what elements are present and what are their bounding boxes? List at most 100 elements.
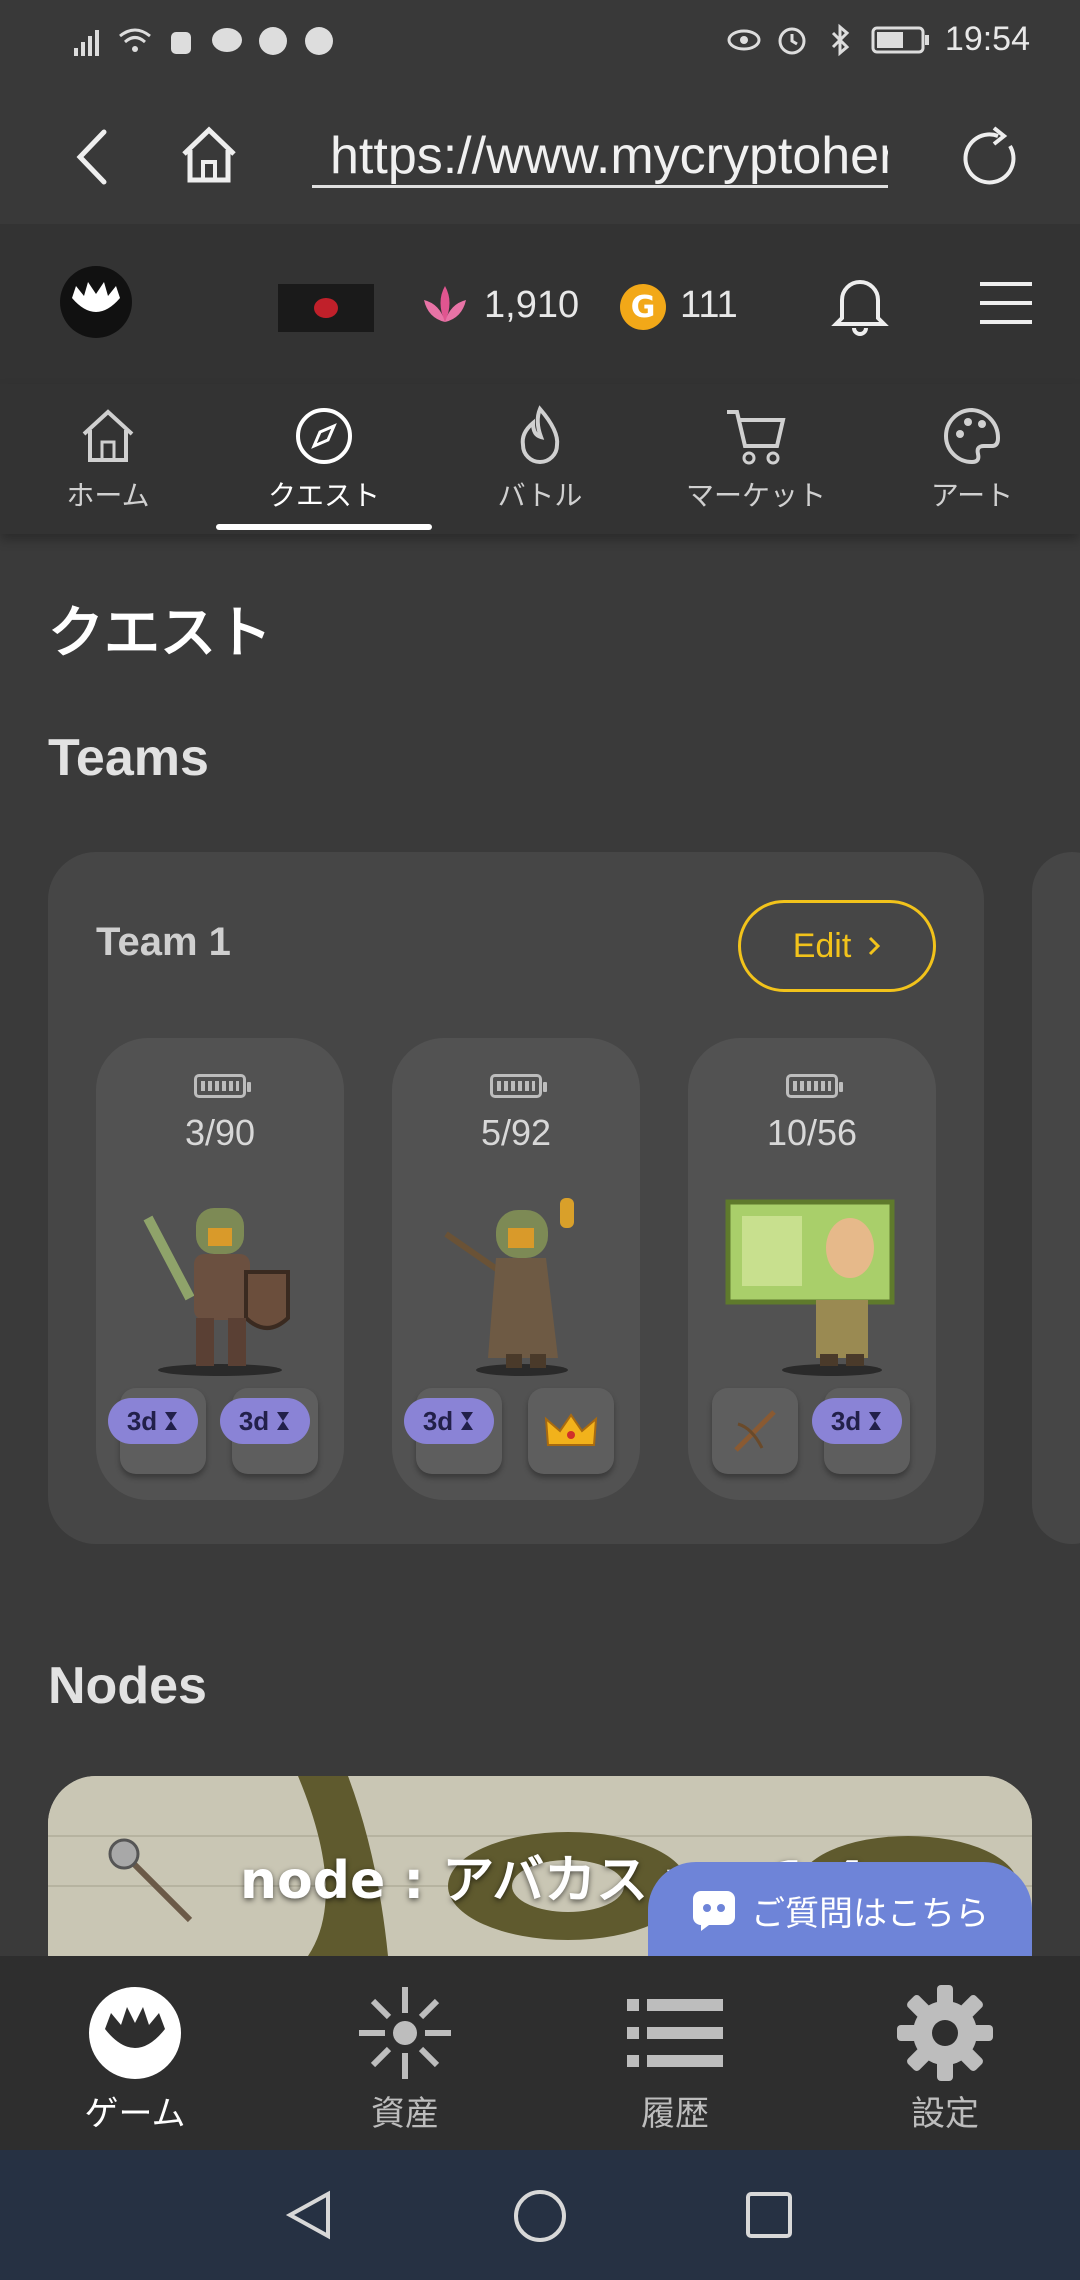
mch-logo-icon[interactable] [58,264,134,340]
tab-home[interactable]: ホーム [8,404,208,514]
lotus-icon [424,286,466,322]
bell-icon[interactable] [830,270,890,338]
menu-icon[interactable] [978,278,1034,328]
bottom-nav-settings[interactable]: 設定 [810,1980,1080,2135]
cart-icon [727,410,786,465]
bottom-nav-assets-label: 資産 [371,2094,439,2134]
status-right: 19:54 [727,20,1030,59]
bottom-nav: ゲーム 資産 履歴 設定 [0,1956,1080,2150]
mage-hero-sprite [444,1198,574,1376]
app-header: 1,910 G 111 [0,224,1080,384]
cooldown-badge: 3d [108,1398,198,1444]
signal-icon [74,30,99,56]
lotus-balance: 1,910 [484,284,580,326]
cooldown-badge: 3d [404,1398,494,1444]
status-time: 19:54 [944,20,1030,58]
battery-icon [871,26,929,53]
bluetooth-icon [831,23,850,56]
cooldown-label: 3d [830,1405,862,1436]
guild-emblem-icon [314,298,338,318]
knight-hero-sprite [143,1208,290,1376]
home-tab-icon [82,409,134,462]
hourglass-icon [165,1412,178,1430]
page-title: クエスト [48,601,272,666]
cooldown-label: 3d [126,1405,158,1436]
team-name: Team 1 [96,920,231,964]
line-icon [212,28,242,52]
app-notification-icon [171,32,191,54]
crown-icon [544,1413,598,1446]
member-energy: 10/56 [766,1112,858,1153]
tab-art[interactable]: アート [872,404,1072,514]
nodes-section-title: Nodes [48,1657,207,1715]
bottom-nav-game[interactable]: ゲーム [0,1980,270,2135]
tab-home-label: ホーム [66,479,150,512]
member-energy: 3/90 [184,1112,256,1153]
energy-battery-icon [786,1074,843,1098]
mace-icon [108,1838,193,1923]
next-team-card-peek[interactable] [1032,852,1080,1544]
banknote-hero-sprite [725,1199,895,1376]
equipment-slot[interactable] [528,1388,614,1474]
flame-icon [520,405,560,464]
system-back-icon[interactable] [282,2188,336,2242]
tab-market-label: マーケット [685,479,826,512]
member-energy: 5/92 [480,1112,552,1153]
status-bar: 19:54 [0,0,1080,90]
cooldown-badge: 3d [220,1398,310,1444]
tab-battle[interactable]: バトル [440,404,640,514]
gold-coin-letter: G [630,289,656,325]
team-member-card[interactable]: 5/92 3d [392,1038,640,1500]
bottom-nav-assets[interactable]: 資産 [270,1980,540,2135]
system-nav-bar [0,2150,1080,2280]
browser-bar: https://www.mycryptoheroes.net/ja/quest [0,90,1080,224]
edit-button-label: Edit [792,926,852,965]
cooldown-badge: 3d [812,1398,902,1444]
url-field[interactable]: https://www.mycryptoheroes.net/ja/quest [312,126,888,188]
palette-icon [944,407,1001,465]
reload-icon[interactable] [958,124,1024,190]
energy-battery-icon [194,1074,251,1098]
tab-quest[interactable]: クエスト [224,404,424,514]
status-left-icons [72,24,336,58]
tab-art-label: アート [930,479,1014,512]
active-tab-indicator [216,524,432,530]
hourglass-icon [461,1412,474,1430]
alarm-icon [778,27,806,54]
cooldown-label: 3d [422,1405,454,1436]
system-recents-icon[interactable] [744,2190,794,2240]
tab-market[interactable]: マーケット [656,404,856,514]
eye-icon [727,29,761,50]
teams-section-title: Teams [48,729,209,787]
discord-help-button[interactable]: ご質問はこちら [648,1862,1032,1958]
equipment-slot[interactable] [712,1388,798,1474]
bottom-nav-settings-label: 設定 [911,2094,979,2134]
tab-battle-label: バトル [497,479,583,512]
sparkle-asset-icon [359,1987,451,2079]
back-icon[interactable] [64,124,124,190]
home-icon[interactable] [176,122,242,188]
discord-icon [693,1891,735,1931]
tab-quest-label: クエスト [267,479,380,512]
compass-icon [296,408,352,464]
discord-help-label: ご質問はこちら [751,1893,989,1934]
gold-balance: 111 [680,284,738,326]
wifi-icon [119,28,151,52]
gold-coin-icon: G [620,284,666,330]
bottom-nav-history-label: 履歴 [641,2094,709,2134]
bottom-nav-history[interactable]: 履歴 [540,1980,810,2135]
team-member-card[interactable]: 3/90 3d 3d [96,1038,344,1500]
team-card: Team 1 Edit 3/90 3d 3d 5/92 3d 10/56 3d [48,852,984,1544]
team-member-card[interactable]: 10/56 3d [688,1038,936,1500]
messenger-icon [259,27,287,55]
edit-team-button[interactable]: Edit [738,900,936,992]
system-home-icon[interactable] [512,2188,568,2244]
mch-game-icon [89,1987,181,2079]
hourglass-icon [869,1412,882,1430]
messenger-icon-2 [305,27,333,55]
energy-battery-icon [490,1074,547,1098]
guild-flag[interactable] [278,284,374,332]
crossbow-icon [734,1410,776,1452]
chevron-right-icon [869,936,881,956]
bottom-nav-game-label: ゲーム [84,2094,186,2134]
